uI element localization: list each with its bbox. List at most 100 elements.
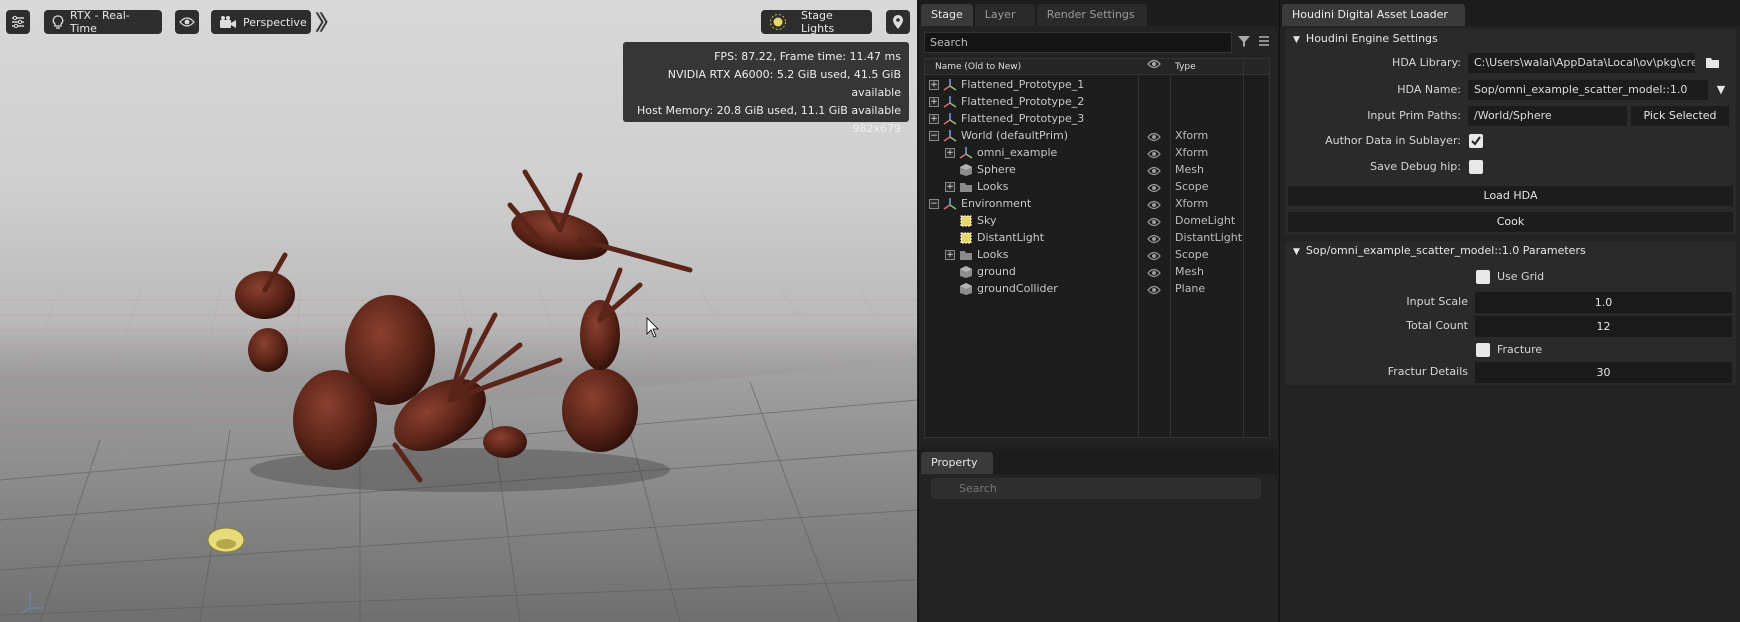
xform-icon <box>959 146 973 160</box>
save-debug-hip-label: Save Debug hip: <box>1370 160 1461 173</box>
hda-library-field[interactable]: C:\Users\walai\AppData\Local\ov\pkg\crea <box>1468 53 1695 73</box>
tree-row[interactable]: + Flattened_Prototype_2 <box>925 93 1269 111</box>
expand-toggle-icon[interactable]: + <box>945 148 955 158</box>
tree-row[interactable]: − Environment Xform <box>925 195 1269 213</box>
collapse-toggle-icon[interactable]: − <box>929 199 939 209</box>
tree-row[interactable]: + Flattened_Prototype_1 <box>925 76 1269 94</box>
tab-property[interactable]: Property <box>921 452 993 474</box>
tree-row-type: Scope <box>1175 180 1209 193</box>
stage-tree[interactable]: Name (Old to New) Type + Flattened_Protot… <box>924 58 1270 438</box>
fracture-checkbox[interactable] <box>1476 343 1490 357</box>
sun-icon <box>769 13 787 31</box>
tree-row-type: Mesh <box>1175 265 1204 278</box>
tree-row[interactable]: + Looks Scope <box>925 246 1269 264</box>
tree-row-type: Scope <box>1175 248 1209 261</box>
host-memory-readout: Host Memory: 20.8 GiB used, 11.1 GiB ava… <box>637 104 901 117</box>
type-column-header[interactable]: Type <box>1175 59 1196 75</box>
tree-row-type: DomeLight <box>1175 214 1236 227</box>
fractur-details-field[interactable]: 30 <box>1475 362 1732 383</box>
author-data-sublayer-label: Author Data in Sublayer: <box>1325 134 1461 147</box>
location-pin-button[interactable] <box>886 10 910 34</box>
options-menu-icon[interactable] <box>1257 34 1273 50</box>
tree-row-name: Sky <box>977 214 997 227</box>
tab-render-settings[interactable]: Render Settings <box>1036 4 1147 26</box>
hda-loader-panel: Houdini Digital Asset Loader ▼ Houdini En… <box>1279 0 1740 622</box>
expand-toolbar-chevron-icon[interactable] <box>314 10 329 37</box>
tree-row-name: Sphere <box>977 163 1016 176</box>
tree-row-name: omni_example <box>977 146 1058 159</box>
tree-row[interactable]: + omni_example Xform <box>925 144 1269 162</box>
author-data-sublayer-checkbox[interactable] <box>1469 134 1483 148</box>
hda-name-dropdown[interactable]: Sop/omni_example_scatter_model::1.0 <box>1468 80 1708 100</box>
fracture-label: Fracture <box>1497 343 1543 356</box>
tree-row[interactable]: DistantLight DistantLight <box>925 229 1269 247</box>
expand-toggle-icon[interactable]: + <box>945 182 955 192</box>
use-grid-checkbox[interactable] <box>1476 270 1490 284</box>
gpu-memory-readout: NVIDIA RTX A6000: 5.2 GiB used, 41.5 GiB… <box>667 68 901 99</box>
tree-row[interactable]: Sphere Mesh <box>925 161 1269 179</box>
chevron-down-icon[interactable]: ▼ <box>1711 80 1731 100</box>
cook-button[interactable]: Cook <box>1288 212 1733 232</box>
expand-toggle-icon[interactable]: + <box>929 97 939 107</box>
tree-row[interactable]: ground Mesh <box>925 263 1269 281</box>
filter-icon[interactable] <box>1237 34 1253 50</box>
engine-settings-title: Houdini Engine Settings <box>1305 32 1438 45</box>
parameters-header[interactable]: ▼ Sop/omni_example_scatter_model::1.0 Par… <box>1285 241 1586 261</box>
expand-toggle-icon[interactable]: + <box>929 114 939 124</box>
tree-row-name: Looks <box>977 180 1009 193</box>
input-prim-paths-label: Input Prim Paths: <box>1367 109 1461 122</box>
viewport-settings-button[interactable] <box>6 10 30 34</box>
visibility-menu-button[interactable] <box>175 10 199 34</box>
xform-icon <box>943 129 957 143</box>
expand-toggle-icon[interactable]: + <box>929 80 939 90</box>
name-column-header[interactable]: Name (Old to New) <box>935 59 1021 75</box>
tree-row[interactable]: − World (defaultPrim) Xform <box>925 127 1269 145</box>
xform-icon <box>943 78 957 92</box>
stage-lights-label: Stage Lights <box>801 9 835 35</box>
folder-open-icon[interactable] <box>1705 56 1721 72</box>
tree-row[interactable]: + Flattened_Prototype_3 <box>925 110 1269 128</box>
camera-menu-button[interactable]: Perspective <box>211 10 311 34</box>
tree-row[interactable]: Sky DomeLight <box>925 212 1269 230</box>
visibility-eye-icon[interactable] <box>1147 283 1161 301</box>
collapse-triangle-icon: ▼ <box>1293 247 1300 257</box>
tree-row[interactable]: groundCollider Plane <box>925 280 1269 298</box>
expand-toggle-icon[interactable]: + <box>945 250 955 260</box>
tree-row-type: DistantLight <box>1175 231 1243 244</box>
stage-panel: Stage Layer Render Settings Search Name … <box>918 0 1277 447</box>
eye-icon <box>179 16 195 28</box>
light-icon <box>959 214 973 228</box>
pick-selected-button[interactable]: Pick Selected <box>1631 106 1729 126</box>
viewport[interactable]: RTX - Real-Time Perspective Stage Lights <box>0 0 917 622</box>
tab-layer[interactable]: Layer <box>974 4 1035 26</box>
property-tab-bar: Property <box>919 450 1277 474</box>
fps-readout: FPS: 87.22, Frame time: 11.47 ms <box>714 50 901 63</box>
resolution-readout: 982x679 <box>852 122 901 135</box>
renderer-menu-button[interactable]: RTX - Real-Time <box>44 9 162 35</box>
visibility-column-eye-icon <box>1147 59 1161 75</box>
scattered-models <box>235 169 693 483</box>
tree-row-name: Flattened_Prototype_2 <box>961 95 1085 108</box>
tab-houdini-digital-asset-loader[interactable]: Houdini Digital Asset Loader <box>1282 4 1465 26</box>
stage-tab-bar: Stage Layer Render Settings <box>919 0 1277 26</box>
input-prim-paths-field[interactable]: /World/Sphere <box>1468 106 1627 126</box>
stage-search-input[interactable]: Search <box>924 32 1232 53</box>
tree-row-name: World (defaultPrim) <box>961 129 1069 142</box>
mouse-cursor <box>646 317 659 338</box>
total-count-label: Total Count <box>1406 319 1468 332</box>
load-hda-button[interactable]: Load HDA <box>1288 186 1733 206</box>
save-debug-hip-checkbox[interactable] <box>1469 160 1483 174</box>
mesh-icon <box>959 163 973 177</box>
engine-settings-section: ▼ Houdini Engine Settings HDA Library: C:… <box>1285 29 1736 235</box>
collapse-toggle-icon[interactable]: − <box>929 131 939 141</box>
settings-sliders-icon <box>11 15 25 29</box>
tree-row[interactable]: + Looks Scope <box>925 178 1269 196</box>
property-search-input[interactable]: Search <box>931 478 1261 499</box>
engine-settings-header[interactable]: ▼ Houdini Engine Settings <box>1285 29 1438 49</box>
stage-lights-button[interactable]: Stage Lights <box>761 9 872 35</box>
input-scale-field[interactable]: 1.0 <box>1475 292 1732 313</box>
tab-stage[interactable]: Stage <box>921 4 973 26</box>
total-count-field[interactable]: 12 <box>1475 316 1732 337</box>
light-gizmo[interactable] <box>207 527 245 553</box>
parameters-title: Sop/omni_example_scatter_model::1.0 Para… <box>1305 244 1586 257</box>
